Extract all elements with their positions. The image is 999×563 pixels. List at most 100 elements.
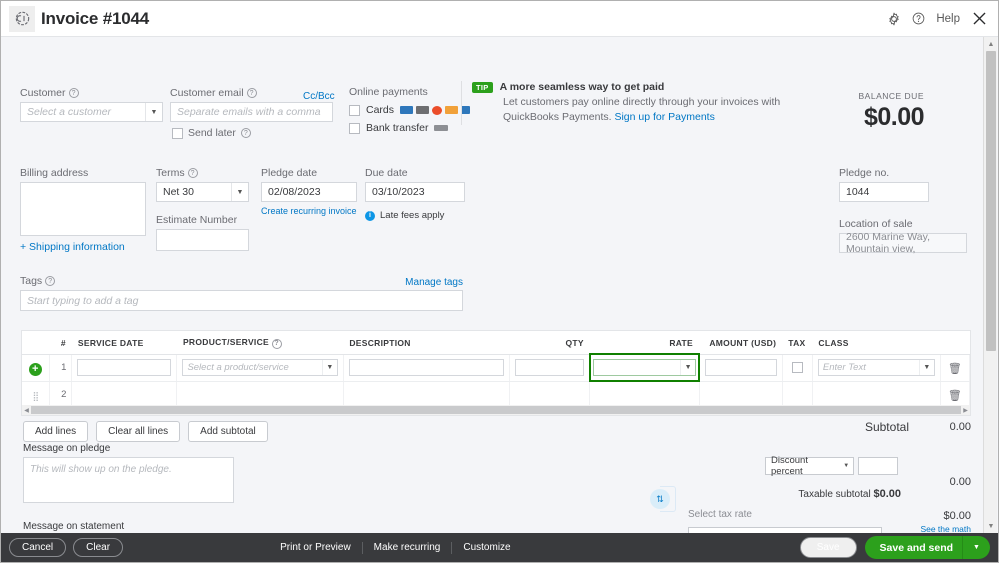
delete-row-button[interactable]: 🗑	[940, 354, 971, 382]
sign-up-for-payments-link[interactable]: Sign up for Payments	[614, 111, 714, 123]
clear-all-lines-button[interactable]: Clear all lines	[96, 421, 181, 442]
chevron-down-icon[interactable]: ▼	[680, 360, 695, 375]
late-fees-label: Late fees apply	[380, 210, 445, 221]
print-or-preview-button[interactable]: Print or Preview	[269, 541, 363, 554]
send-later-group[interactable]: Send later ?	[172, 127, 251, 139]
trash-icon: 🗑	[947, 362, 962, 375]
discount-type-select[interactable]: Discount percent ▼	[765, 455, 854, 477]
rate-cell[interactable]	[589, 381, 700, 409]
cc-bcc-link[interactable]: Cc/Bcc	[303, 91, 335, 102]
swap-vertical-icon[interactable]: ⇅	[650, 489, 670, 509]
help-label[interactable]: Help	[936, 13, 960, 25]
bank-transfer-option-row[interactable]: Bank transfer	[349, 122, 470, 134]
chevron-down-icon[interactable]: ▼	[145, 103, 162, 121]
tax-amount: $0.00	[943, 510, 971, 522]
customer-input[interactable]: Select a customer ▼	[20, 102, 163, 122]
class-cell[interactable]	[812, 381, 941, 409]
chevron-down-icon[interactable]: ▼	[840, 463, 853, 469]
scroll-right-icon[interactable]: ▶	[961, 407, 970, 414]
gear-icon[interactable]	[887, 12, 901, 26]
cards-option-row[interactable]: Cards	[349, 104, 471, 116]
chevron-down-icon[interactable]: ▼	[231, 183, 248, 201]
product-service-cell[interactable]: Select a product/service ▼	[176, 354, 344, 382]
billing-address-input[interactable]	[20, 182, 146, 236]
taxable-subtotal-row: Taxable subtotal $0.00	[798, 488, 901, 500]
cancel-button[interactable]: Cancel	[9, 538, 67, 557]
close-icon[interactable]	[971, 10, 988, 27]
tags-input[interactable]: Start typing to add a tag	[20, 290, 463, 311]
help-tooltip-icon[interactable]: ?	[187, 168, 198, 178]
save-button[interactable]: Save	[799, 537, 857, 558]
description-cell[interactable]	[343, 381, 511, 409]
scroll-up-icon[interactable]: ▲	[984, 37, 998, 51]
chevron-down-icon[interactable]: ▼	[918, 360, 934, 375]
help-tooltip-icon[interactable]: ?	[68, 88, 79, 98]
qty-cell[interactable]	[509, 381, 591, 409]
customer-email-input[interactable]: Separate emails with a comma	[170, 102, 333, 122]
help-tooltip-icon[interactable]: ?	[246, 88, 257, 98]
tax-cell[interactable]	[782, 354, 813, 382]
qty-cell[interactable]	[509, 354, 591, 382]
shipping-information-link[interactable]: + Shipping information	[20, 241, 125, 253]
amount-cell[interactable]	[699, 354, 783, 382]
see-the-math-link[interactable]: See the math	[920, 524, 971, 533]
quickbooks-logo-icon	[9, 5, 35, 32]
bottom-action-bar: Cancel Clear Print or Preview Make recur…	[1, 533, 998, 562]
create-recurring-invoice-link[interactable]: Create recurring invoice	[261, 206, 357, 216]
save-and-send-button[interactable]: Save and send ▼	[864, 536, 990, 559]
pledge-no-input[interactable]: 1044	[839, 182, 929, 202]
add-row-icon[interactable]: +	[22, 354, 50, 382]
tax-checkbox[interactable]	[791, 362, 803, 373]
rate-cell[interactable]: ▼	[588, 353, 701, 382]
estimate-number-input[interactable]	[156, 229, 249, 251]
online-payments-group: Online payments Cards Bank transfer	[349, 86, 471, 140]
send-later-checkbox[interactable]	[172, 127, 183, 139]
due-date-label: Due date	[365, 167, 408, 179]
scroll-thumb[interactable]	[31, 406, 961, 414]
add-lines-button[interactable]: Add lines	[23, 421, 89, 442]
page-vertical-scrollbar[interactable]: ▲ ▼	[983, 37, 997, 533]
class-cell[interactable]: Enter Text ▼	[812, 354, 941, 382]
delete-row-button[interactable]: 🗑	[940, 381, 971, 409]
customize-button[interactable]: Customize	[452, 542, 521, 554]
help-tooltip-icon[interactable]: ?	[271, 338, 282, 349]
terms-label: Terms ?	[156, 167, 249, 179]
send-later-label: Send later	[188, 127, 236, 139]
location-of-sale-input[interactable]: 2600 Marine Way, Mountain view,	[839, 231, 967, 255]
table-horizontal-scrollbar[interactable]: ◀ ▶	[21, 405, 971, 416]
scroll-down-icon[interactable]: ▼	[984, 519, 998, 533]
add-subtotal-button[interactable]: Add subtotal	[188, 421, 268, 442]
drag-handle-icon[interactable]: ⣿	[22, 381, 50, 409]
col-amount: AMOUNT (USD)	[699, 331, 783, 355]
col-product-service: PRODUCT/SERVICE ?	[176, 331, 344, 355]
clear-button[interactable]: Clear	[73, 538, 124, 557]
balance-due-block: BALANCE DUE $0.00	[859, 91, 925, 132]
help-tooltip-icon[interactable]: ?	[45, 276, 56, 286]
product-service-cell[interactable]	[176, 381, 344, 409]
help-circle-icon[interactable]	[912, 12, 925, 25]
manage-tags-link[interactable]: Manage tags	[405, 277, 463, 288]
discover-icon	[445, 106, 459, 114]
tip-body: Let customers pay online directly throug…	[503, 96, 781, 123]
chevron-down-icon[interactable]: ▼	[962, 536, 990, 559]
bottom-right-buttons: Save Save and send ▼	[799, 536, 990, 559]
discount-amount-input[interactable]	[858, 457, 898, 475]
terms-select[interactable]: Net 30 ▼	[156, 182, 249, 202]
location-of-sale-group: Location of sale 2600 Marine Way, Mounta…	[839, 218, 967, 255]
service-date-cell[interactable]	[71, 354, 178, 382]
tax-cell[interactable]	[782, 381, 813, 409]
chevron-down-icon[interactable]: ▼	[321, 360, 337, 375]
cards-checkbox[interactable]	[349, 104, 360, 116]
help-tooltip-icon[interactable]: ?	[240, 128, 251, 138]
scroll-left-icon[interactable]: ◀	[22, 407, 31, 414]
description-cell[interactable]	[343, 354, 511, 382]
amount-cell[interactable]	[699, 381, 783, 409]
pledge-no-group: Pledge no. 1044	[839, 167, 929, 202]
make-recurring-button[interactable]: Make recurring	[363, 541, 453, 554]
pledge-date-input[interactable]: 02/08/2023	[261, 182, 357, 202]
scroll-thumb[interactable]	[986, 51, 996, 351]
message-on-pledge-input[interactable]: This will show up on the pledge.	[23, 457, 234, 503]
due-date-input[interactable]: 03/10/2023	[365, 182, 465, 202]
service-date-cell[interactable]	[71, 381, 178, 409]
bank-transfer-checkbox[interactable]	[349, 122, 360, 134]
